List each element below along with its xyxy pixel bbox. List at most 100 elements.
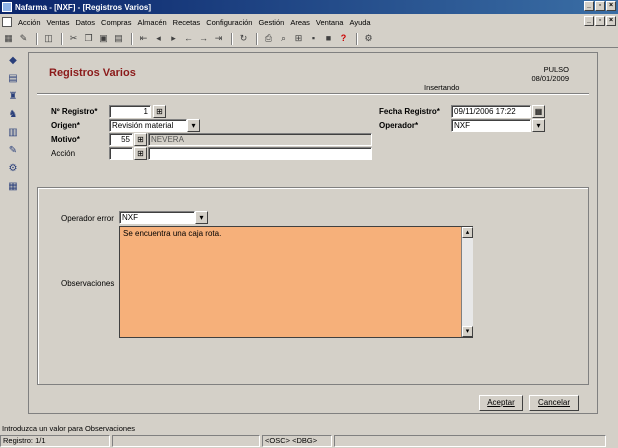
module-icon-1[interactable]: ◆ (6, 54, 20, 68)
mdi-minimize-button[interactable]: _ (584, 16, 594, 26)
right-arrow-icon[interactable]: → (197, 32, 210, 45)
menu-ayuda[interactable]: Ayuda (346, 18, 373, 27)
observaciones-label: Observaciones (61, 279, 115, 288)
page-title: Registros Varios (49, 67, 136, 79)
status-panel-empty (112, 435, 260, 447)
menu-gestion[interactable]: Gestión (255, 18, 287, 27)
status-hint: Introduzca un valor para Observaciones (2, 424, 135, 433)
menu-compras[interactable]: Compras (98, 18, 134, 27)
operador-error-label: Operador error (61, 214, 114, 223)
accion-lookup-button[interactable]: ⊞ (134, 147, 147, 160)
observaciones-scrollbar[interactable]: ▴ ▾ (461, 227, 473, 337)
refresh-icon[interactable]: ↻ (237, 32, 250, 45)
next-icon[interactable]: ▸ (167, 32, 180, 45)
menu-accion[interactable]: Acción (15, 18, 44, 27)
module-icon-5[interactable]: ▥ (6, 126, 20, 140)
toolbar: ▦ ✎ ◫ ✂ ❐ ▣ ▤ ⇤ ◂ ▸ ← → ⇥ ↻ ⎙ ⌕ ⊞ ▪ ■ ? … (0, 30, 618, 48)
toolbar-separator (256, 32, 258, 45)
close-button[interactable]: × (606, 1, 616, 11)
toolbar-separator (356, 32, 358, 45)
copy-icon[interactable]: ❐ (82, 32, 95, 45)
module-icon-4[interactable]: ♞ (6, 108, 20, 122)
module-icon-6[interactable]: ✎ (6, 144, 20, 158)
window-titlebar: Nafarma - [NXF] - [Registros Varios] _ ▫… (0, 0, 618, 14)
window-title: Nafarma - [NXF] - [Registros Varios] (15, 2, 152, 12)
toolbar-separator (36, 32, 38, 45)
last-icon[interactable]: ⇥ (212, 32, 225, 45)
chevron-down-icon[interactable]: ▾ (195, 211, 208, 224)
stop-icon[interactable]: ■ (322, 32, 335, 45)
cancel-button[interactable]: Cancelar (529, 395, 579, 411)
menu-almacen[interactable]: Almacén (134, 18, 169, 27)
calendar-icon[interactable]: ▦ (532, 105, 545, 118)
registro-field[interactable]: 1 (109, 105, 151, 118)
scroll-up-icon[interactable]: ▴ (462, 227, 473, 238)
pulso-date: 08/01/2009 (531, 74, 569, 83)
prev-icon[interactable]: ◂ (152, 32, 165, 45)
paste-icon[interactable]: ▣ (97, 32, 110, 45)
module-icon-7[interactable]: ⚙ (6, 162, 20, 176)
minimize-button[interactable]: _ (584, 1, 594, 11)
osc-indicator: <OSC> <DBG> (262, 435, 332, 447)
help-icon[interactable]: ? (337, 32, 350, 45)
operador-label: Operador* (379, 121, 419, 130)
first-icon[interactable]: ⇤ (137, 32, 150, 45)
search-icon[interactable]: ⌕ (277, 32, 290, 45)
registros-form: Registros Varios Insertando PULSO 08/01/… (28, 52, 598, 414)
maximize-button[interactable]: ▫ (595, 1, 605, 11)
toolbar-separator (231, 32, 233, 45)
origen-label: Origen* (51, 121, 80, 130)
menu-ventas[interactable]: Ventas (44, 18, 73, 27)
left-arrow-icon[interactable]: ← (182, 32, 195, 45)
operador-select[interactable]: NXF (451, 119, 531, 132)
motivo-desc-field: NEVERA (148, 133, 372, 146)
menubar: Acción Ventas Datos Compras Almacén Rece… (0, 14, 618, 30)
module-icon-2[interactable]: ▤ (6, 72, 20, 86)
observaciones-textarea[interactable]: Se encuentra una caja rota. (119, 226, 473, 338)
menu-configuracion[interactable]: Configuración (203, 18, 255, 27)
accion-desc-field[interactable] (148, 147, 372, 160)
module-icon-8[interactable]: ▦ (6, 180, 20, 194)
left-sidebar: ◆ ▤ ♜ ♞ ▥ ✎ ⚙ ▦ (0, 50, 26, 410)
pulso-info: PULSO 08/01/2009 (489, 65, 569, 83)
clipboard-icon[interactable]: ▤ (112, 32, 125, 45)
motivo-lookup-button[interactable]: ⊞ (134, 133, 147, 146)
mdi-controls: _ ▫ × (584, 16, 616, 26)
scroll-down-icon[interactable]: ▾ (462, 326, 473, 337)
pulso-label: PULSO (543, 65, 569, 74)
menu-datos[interactable]: Datos (72, 18, 98, 27)
status-panel-right (334, 435, 606, 447)
statusbar: Registro: 1/1 <OSC> <DBG> (0, 434, 618, 448)
accept-button[interactable]: Aceptar (479, 395, 523, 411)
preview-icon[interactable]: ◫ (42, 32, 55, 45)
divider (37, 93, 589, 95)
calc-icon[interactable]: ⊞ (292, 32, 305, 45)
accion-label: Acción (51, 149, 76, 158)
accion-code-field[interactable] (109, 147, 133, 160)
mdi-maximize-button[interactable]: ▫ (595, 16, 605, 26)
module-icon-3[interactable]: ♜ (6, 90, 20, 104)
operador-error-select[interactable]: NXF (119, 211, 195, 224)
chevron-down-icon[interactable]: ▾ (187, 119, 200, 132)
cut-icon[interactable]: ✂ (67, 32, 80, 45)
edit-icon[interactable]: ✎ (17, 32, 30, 45)
fecha-field[interactable]: 09/11/2006 17:22 (451, 105, 531, 118)
registro-label: Nº Registro* (51, 107, 98, 116)
motivo-code-field[interactable]: 55 (109, 133, 133, 146)
print-icon[interactable]: ⎙ (262, 32, 275, 45)
app-icon (2, 2, 12, 12)
mdi-close-button[interactable]: × (606, 16, 616, 26)
document-icon[interactable] (2, 17, 12, 27)
menu-ventana[interactable]: Ventana (313, 18, 347, 27)
chevron-down-icon[interactable]: ▾ (532, 119, 545, 132)
grid-icon[interactable]: ▦ (2, 32, 15, 45)
origen-select[interactable]: Revisión material (109, 119, 187, 132)
config-icon[interactable]: ⚙ (362, 32, 375, 45)
fecha-label: Fecha Registro* (379, 107, 440, 116)
menu-areas[interactable]: Areas (287, 18, 313, 27)
registro-lookup-button[interactable]: ⊞ (153, 105, 166, 118)
toolbar-separator (61, 32, 63, 45)
toolbar-separator (131, 32, 133, 45)
save-icon[interactable]: ▪ (307, 32, 320, 45)
menu-recetas[interactable]: Recetas (170, 18, 204, 27)
